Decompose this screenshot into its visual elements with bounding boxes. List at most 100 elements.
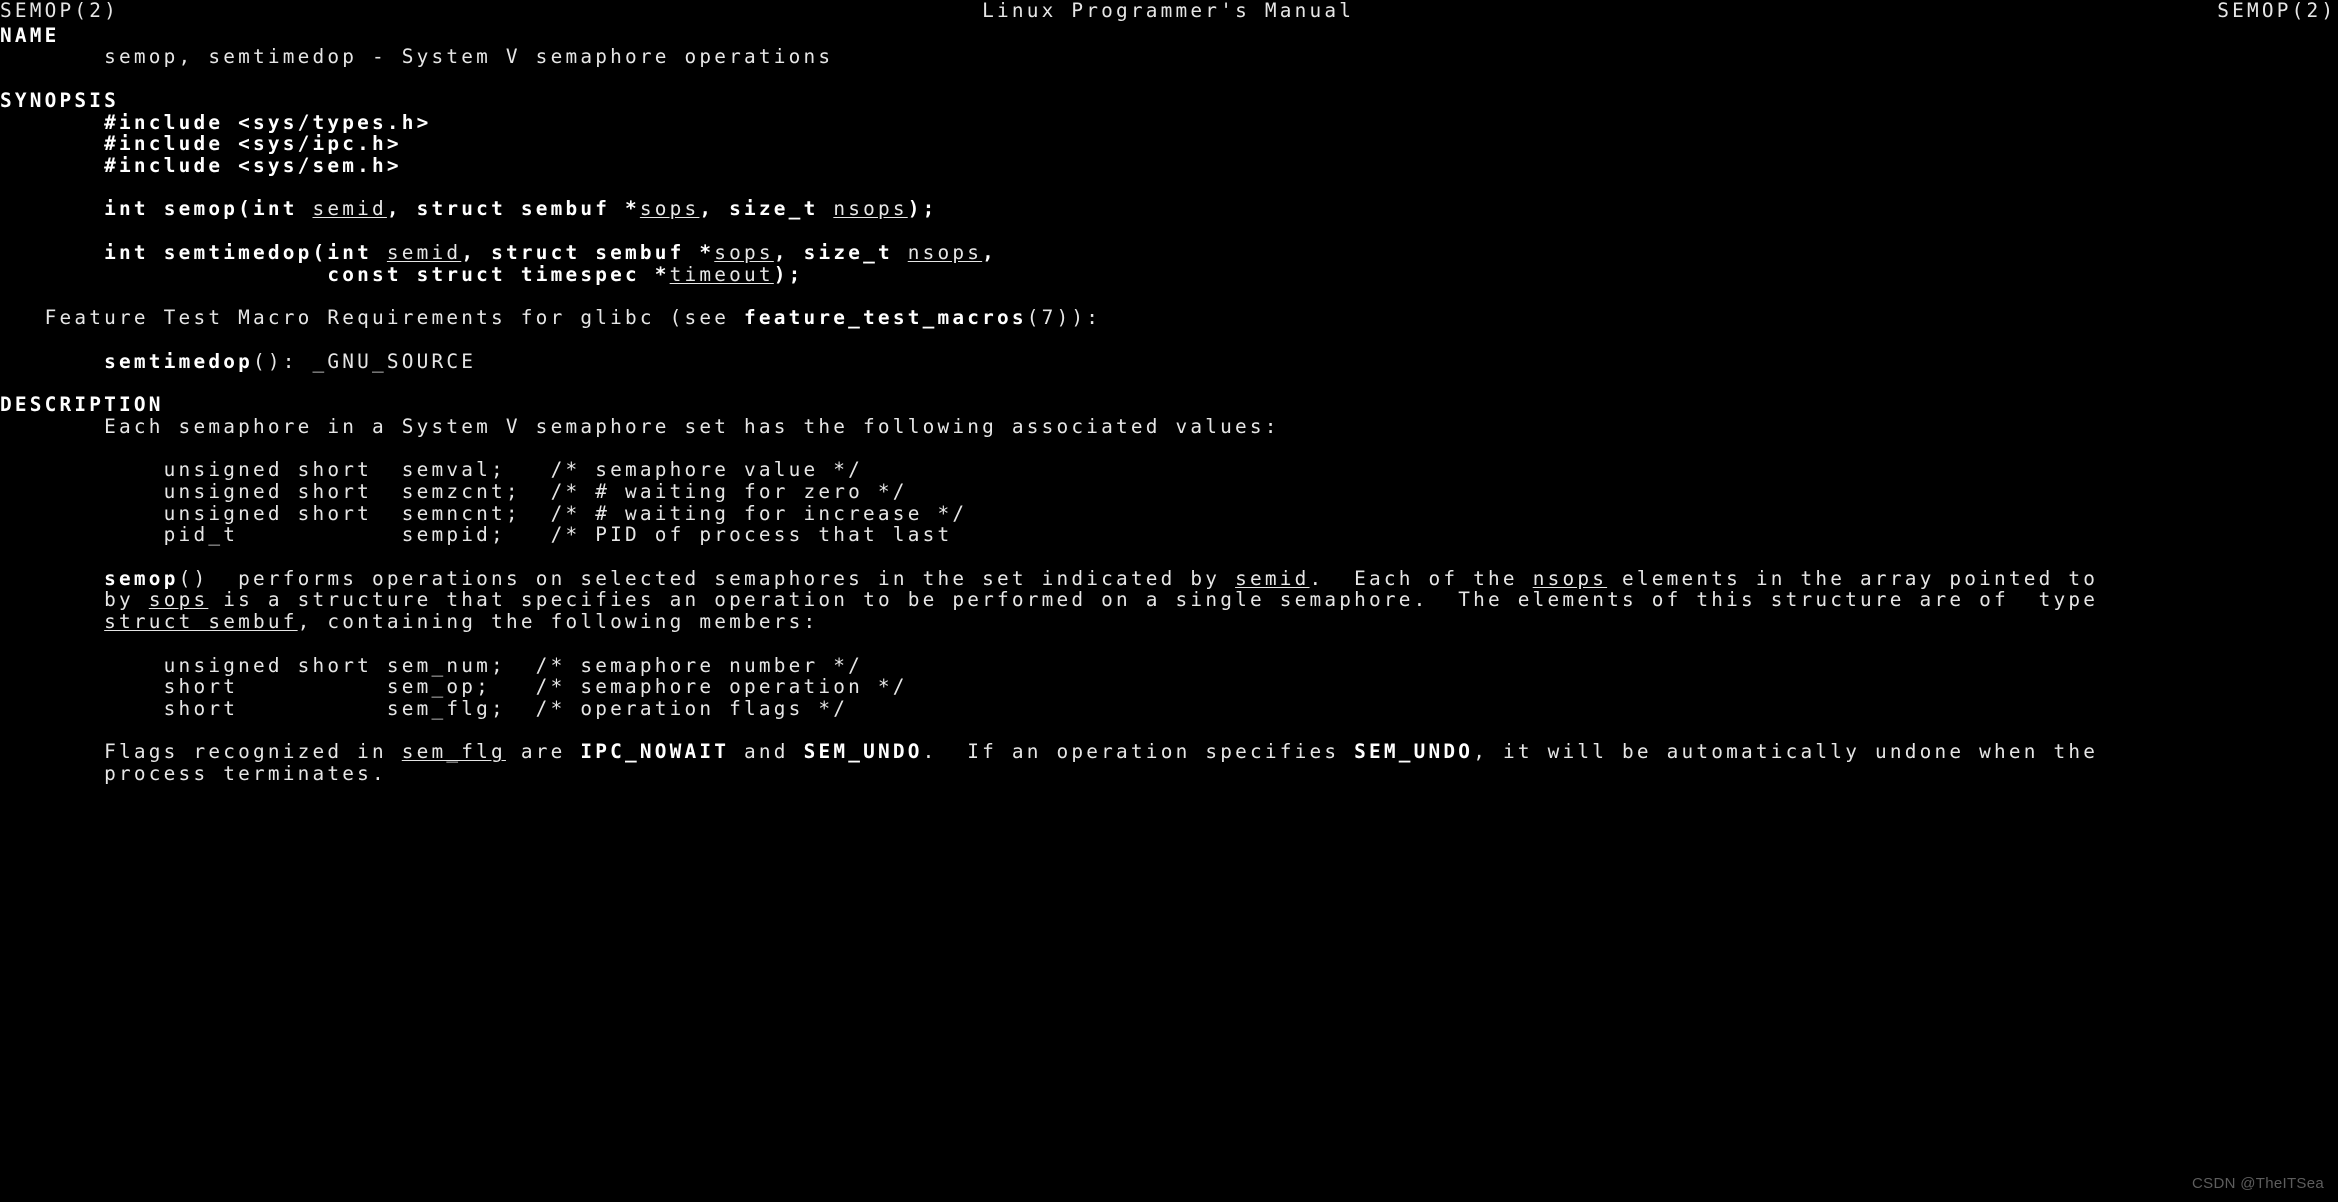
plain-text [0, 197, 104, 220]
plain-text: . If an operation specifies [922, 740, 1355, 764]
blank-4 [0, 220, 2338, 242]
plain-text: Flags recognized in [0, 740, 402, 764]
proto-semtimedop-1: int semtimedop(int semid, struct sembuf … [0, 242, 2338, 264]
blank-8 [0, 437, 2338, 459]
underlined-text: semid [1235, 566, 1310, 590]
watermark: CSDN @TheITSea [2192, 1175, 2324, 1193]
blank-11 [0, 720, 2338, 742]
plain-text: are [505, 740, 581, 764]
sem-num-line: unsigned short sem_num; /* semaphore num… [0, 653, 2338, 677]
blank-2 [0, 68, 2338, 90]
semzcnt-line: unsigned short semzcnt; /* # waiting for… [0, 479, 2338, 503]
bold-text: ); [773, 262, 804, 286]
plain-text: and [729, 740, 804, 764]
bold-text: int semtimedop(int [104, 240, 387, 264]
name-body: semop, semtimedop - System V semaphore o… [0, 46, 2338, 68]
feature-test-heading: Feature Test Macro Requirements for glib… [0, 307, 2338, 329]
bold-text: IPC_NOWAIT [580, 740, 730, 764]
plain-text: process terminates. [0, 762, 387, 786]
plain-text [0, 241, 104, 264]
blank-10 [0, 633, 2338, 655]
underlined-text: nsops [1532, 566, 1608, 590]
blank-1 [0, 3, 2338, 25]
plain-text: () performs operations on selected semap… [178, 566, 1236, 590]
semncnt-line: unsigned short semncnt; /* # waiting for… [0, 501, 2338, 525]
sem-op-line: short sem_op; /* semaphore operation */ [0, 676, 2338, 698]
proto-semop: int semop(int semid, struct sembuf *sops… [0, 198, 2338, 220]
plain-text: short sem_op; /* semaphore operation */ [0, 675, 908, 699]
plain-text: unsigned short semncnt; /* # waiting for… [0, 501, 968, 525]
bold-text: , struct sembuf * [386, 197, 640, 221]
bold-text: feature_test_macros [744, 306, 1027, 330]
underlined-text: sops [714, 240, 774, 264]
underlined-text: semid [386, 240, 462, 264]
blank-3 [0, 177, 2338, 199]
bold-text: ); [907, 197, 938, 221]
bold-text: #include <sys/sem.h> [104, 154, 402, 178]
semval-line: unsigned short semval; /* semaphore valu… [0, 459, 2338, 481]
underlined-text: sops [639, 197, 700, 221]
bold-text: , [982, 240, 998, 264]
include-ipc: #include <sys/ipc.h> [0, 133, 2338, 155]
plain-text: (7)): [1026, 306, 1102, 330]
bold-text: SYNOPSIS [0, 88, 120, 112]
plain-text: (): _GNU_SOURCE [252, 349, 477, 373]
blank-6 [0, 329, 2338, 351]
plain-text [0, 350, 104, 373]
underlined-text: sops [148, 588, 209, 612]
bold-text: int semop(int [104, 197, 313, 221]
section-description: DESCRIPTION [0, 394, 2338, 416]
bold-text: #include <sys/ipc.h> [104, 132, 402, 156]
plain-text [0, 111, 104, 134]
bold-text: , size_t [773, 240, 908, 264]
bold-text: , struct sembuf * [461, 240, 715, 264]
manpage-body: NAME semop, semtimedop - System V semaph… [0, 3, 2338, 785]
desc-intro: Each semaphore in a System V semaphore s… [0, 414, 2338, 438]
bold-text: SEM_UNDO [1354, 740, 1474, 764]
sempid-line: pid_t sempid; /* PID of process that las… [0, 524, 2338, 546]
semop-desc-1: semop() performs operations on selected … [0, 566, 2338, 590]
section-synopsis: SYNOPSIS [0, 90, 2338, 112]
plain-text: , it will be automatically undone when t… [1473, 740, 2099, 764]
plain-text: unsigned short sem_num; /* semaphore num… [0, 653, 864, 677]
blank-7 [0, 372, 2338, 394]
semop-desc-3: struct sembuf, containing the following … [0, 611, 2338, 633]
bold-text: NAME [0, 23, 60, 47]
blank-9 [0, 546, 2338, 568]
plain-text: by [0, 588, 149, 612]
bold-text: semop [104, 566, 179, 590]
flags-desc-1: Flags recognized in sem_flg are IPC_NOWA… [0, 741, 2338, 763]
bold-text: semtimedop [104, 349, 253, 373]
plain-text: unsigned short semval; /* semaphore valu… [0, 458, 864, 482]
section-name: NAME [0, 23, 2338, 47]
plain-text [0, 610, 104, 633]
flags-desc-2: process terminates. [0, 763, 2338, 785]
underlined-text: struct sembuf [104, 610, 298, 634]
semop-desc-2: by sops is a structure that specifies an… [0, 589, 2338, 611]
plain-text: . Each of the [1309, 566, 1533, 590]
sem-flg-line: short sem_flg; /* operation flags */ [0, 698, 2338, 720]
plain-text: Feature Test Macro Requirements for glib… [0, 306, 745, 330]
feature-test-semtimedop: semtimedop(): _GNU_SOURCE [0, 349, 2338, 373]
plain-text: Each semaphore in a System V semaphore s… [0, 414, 1280, 438]
plain-text [0, 263, 327, 286]
bold-text: SEM_UNDO [803, 740, 923, 764]
underlined-text: nsops [907, 240, 983, 264]
plain-text: elements in the array pointed to [1607, 566, 2099, 590]
underlined-text: timeout [669, 262, 774, 286]
plain-text: is a structure that specifies an operati… [208, 588, 2099, 612]
plain-text: , containing the following members: [297, 610, 819, 634]
plain-text [0, 567, 104, 590]
plain-text: semop, semtimedop - System V semaphore o… [0, 45, 834, 69]
bold-text: const struct timespec * [327, 262, 670, 286]
plain-text [0, 132, 104, 155]
bold-text: DESCRIPTION [0, 392, 164, 416]
include-sem: #include <sys/sem.h> [0, 155, 2338, 177]
bold-text: #include <sys/types.h> [104, 110, 432, 134]
bold-text: , size_t [699, 197, 834, 221]
plain-text: unsigned short semzcnt; /* # waiting for… [0, 479, 908, 503]
plain-text [0, 154, 104, 177]
plain-text: pid_t sempid; /* PID of process that las… [0, 523, 953, 547]
underlined-text: sem_flg [401, 740, 506, 764]
plain-text: short sem_flg; /* operation flags */ [0, 697, 849, 720]
